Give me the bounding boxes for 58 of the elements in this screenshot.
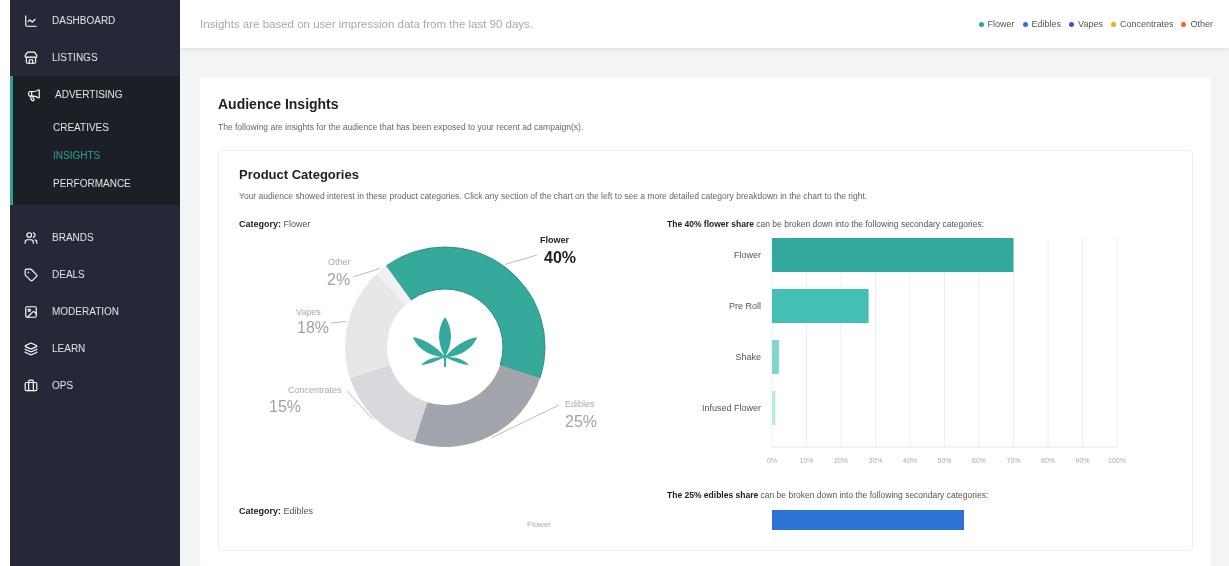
panel-title: Product Categories [239, 167, 360, 182]
legend-item: Edibles [1022, 19, 1062, 29]
slice-label: Edibles [565, 399, 595, 409]
slice-value: 40% [544, 249, 577, 266]
legend-item: Concentrates [1110, 19, 1174, 29]
info-note: Insights are based on user impression data from the last 90 days. [200, 18, 534, 30]
sidebar-item[interactable]: ADVERTISING [13, 76, 180, 113]
leaf-icon [413, 317, 477, 367]
sidebar-item[interactable]: DEALS [10, 256, 180, 293]
sidebar-item[interactable]: BRANDS [10, 219, 180, 256]
legend-item: Other [1181, 19, 1213, 29]
nav-icon [24, 304, 38, 319]
leader-line [330, 321, 347, 324]
leader-line [504, 254, 538, 265]
slice-value: 18% [297, 319, 330, 336]
sidebar-item[interactable]: MODERATION [10, 293, 180, 330]
nav-icon [27, 87, 41, 102]
sidebar-item[interactable]: OPS [10, 367, 180, 404]
slice-label: Concentrates [288, 385, 342, 395]
nav-icon [24, 50, 38, 65]
card-title: Audience Insights [218, 96, 340, 112]
donut-slice[interactable] [414, 364, 541, 447]
nav-icon [24, 230, 38, 245]
nav-icon [24, 341, 38, 356]
category-label: Infused Flower [701, 403, 761, 413]
category-label: Flower [734, 250, 761, 260]
slice-value: 15% [269, 398, 302, 415]
breakdown-heading: The 25% edibles share can be broken down into the following secondary categories: [667, 490, 990, 500]
card-subtitle: The following are insights for the audience that has been exposed to your recent ad campaign(s). [218, 122, 585, 132]
legend-item: Vapes [1069, 19, 1103, 29]
slice-label: Flower [540, 235, 569, 245]
slice-value: 2% [327, 271, 351, 288]
slice-label: Other [328, 257, 351, 267]
category-heading: Category: Edibles [239, 506, 315, 516]
nav-icon [24, 267, 38, 282]
nav-icon [24, 13, 38, 28]
leader-line [352, 267, 381, 278]
sidebar-item[interactable]: LISTINGS [10, 39, 180, 76]
donut-slice[interactable] [376, 266, 411, 305]
sidebar-subitem[interactable]: PERFORMANCE [13, 169, 180, 197]
nav-icon [24, 378, 38, 393]
category-heading: Category: Flower [239, 219, 312, 229]
category-label: Pre Roll [729, 301, 761, 311]
sidebar-item[interactable]: DASHBOARD [10, 2, 180, 39]
slice-label: Flower [527, 520, 551, 529]
breakdown-heading: The 40% flower share can be broken down into the following secondary categories: [667, 219, 986, 229]
category-label: Shake [735, 352, 761, 362]
leader-line [346, 390, 374, 420]
donut-slice[interactable] [349, 364, 428, 443]
legend-item: Flower [978, 19, 1015, 29]
sidebar-subitem[interactable]: INSIGHTS [13, 141, 180, 169]
sidebar-item[interactable]: LEARN [10, 330, 180, 367]
sidebar-subitem[interactable]: CREATIVES [13, 113, 180, 141]
panel-description: Your audience showed interest in these product categories. Click any section of the chart on the left to see a more detailed category breakdown in the chart to the right. [239, 191, 869, 201]
slice-value: 25% [565, 413, 598, 430]
leader-line [490, 404, 560, 439]
donut-slice[interactable] [385, 246, 546, 379]
slice-label: Vapes [296, 307, 321, 317]
